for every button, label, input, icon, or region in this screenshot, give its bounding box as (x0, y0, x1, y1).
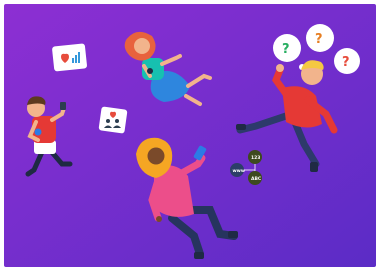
question-mark-green: ? (282, 42, 290, 57)
illustration-frame: ? ? ? 123 www ABC (4, 4, 376, 267)
people-card (98, 106, 128, 134)
chip-www-label: www (233, 169, 245, 174)
question-mark-orange: ? (315, 32, 323, 47)
chip-123-label: 123 (251, 155, 260, 161)
chip-abc-label: ABC (251, 176, 262, 182)
question-mark-red: ? (342, 55, 350, 70)
stats-card (52, 43, 87, 72)
floating-kids-illustration: ? ? ? 123 www ABC (4, 4, 376, 267)
